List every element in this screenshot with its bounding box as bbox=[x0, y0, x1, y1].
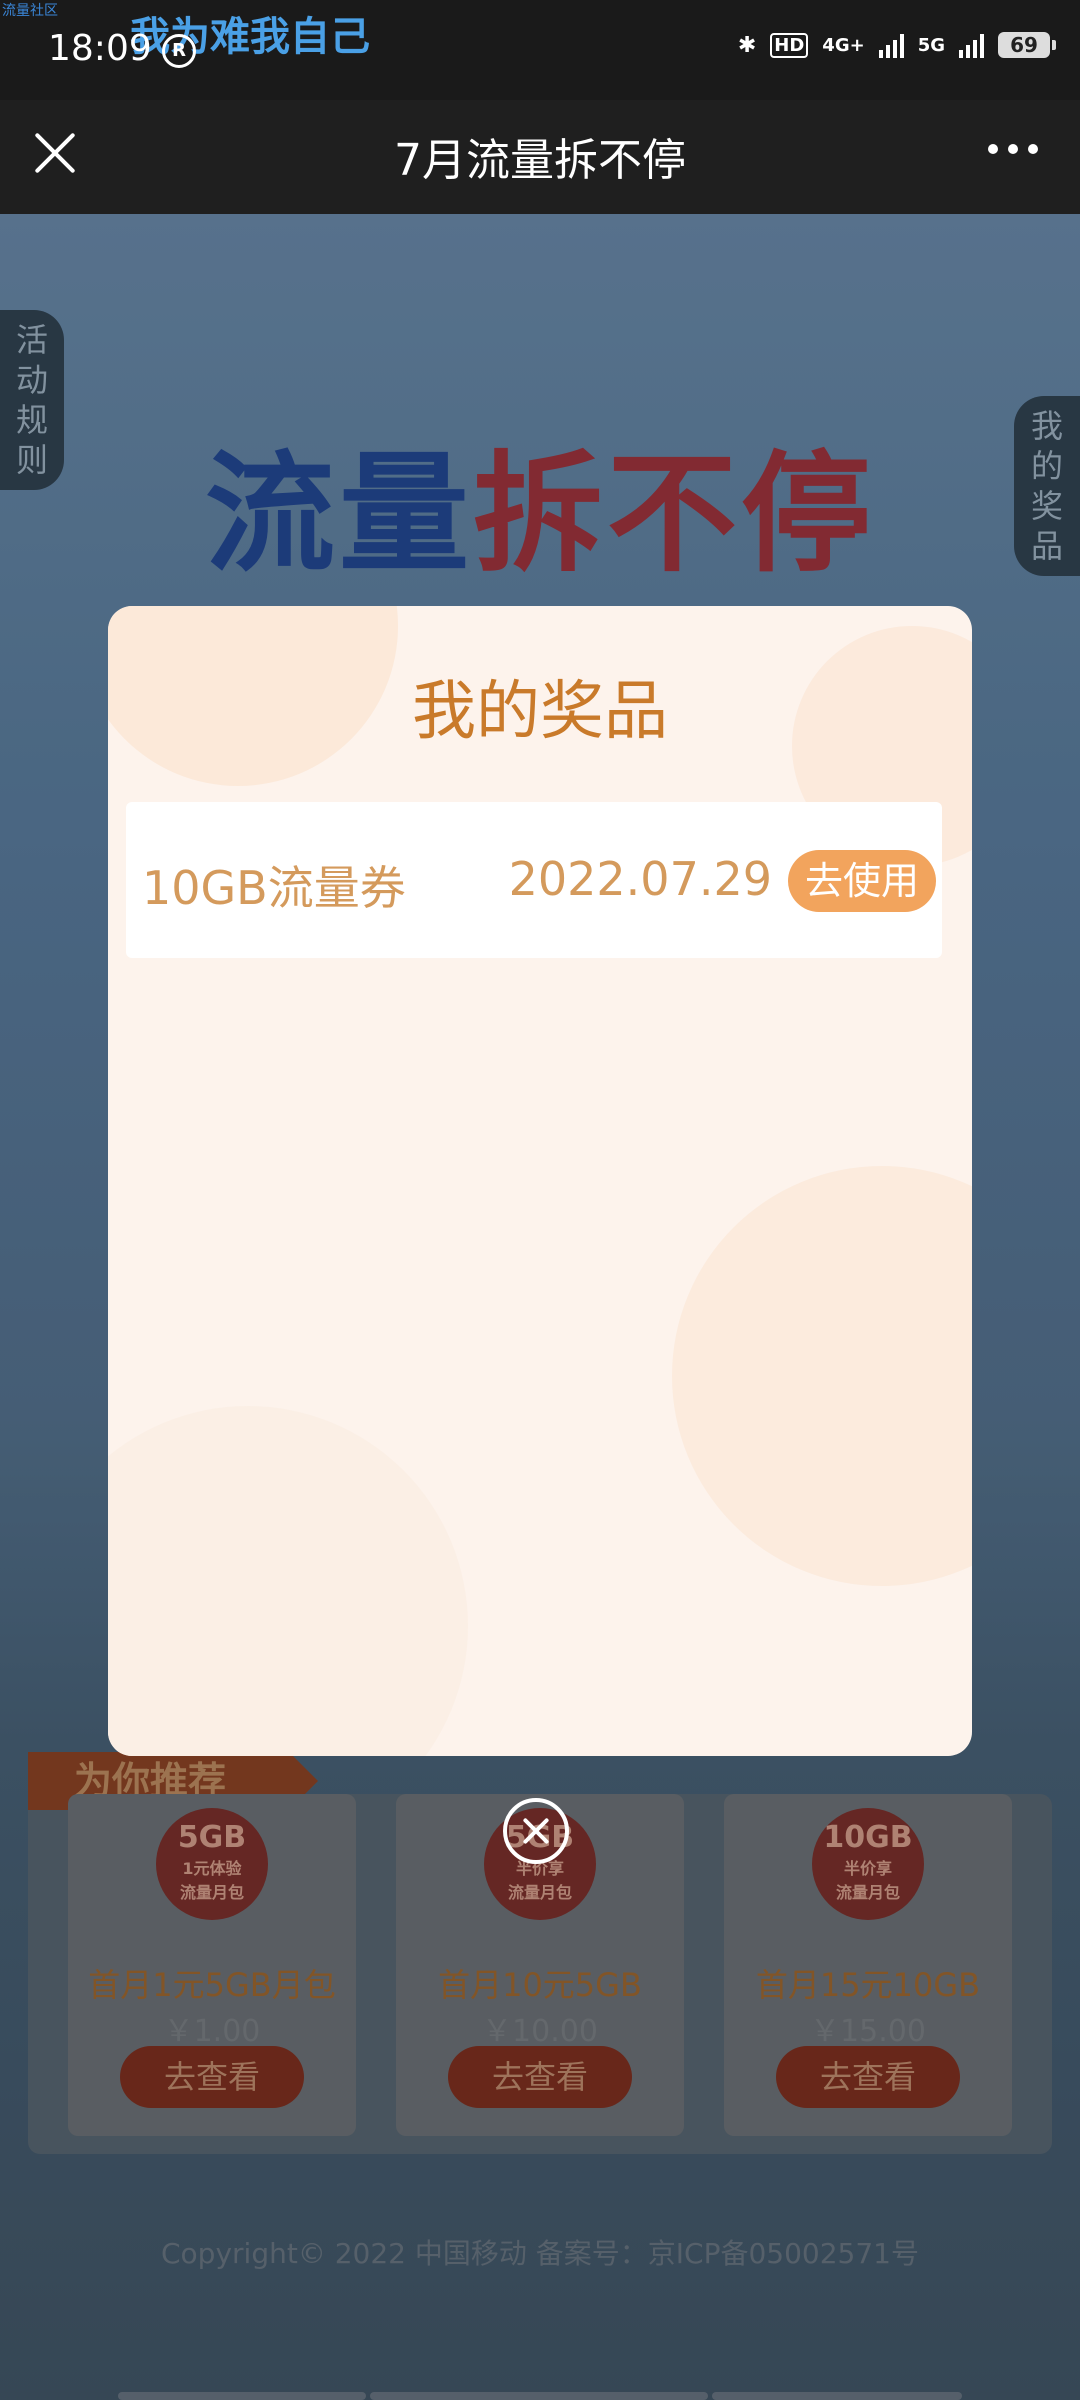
network-4g-label: 4G+ bbox=[822, 34, 865, 56]
hd-icon: HD bbox=[770, 32, 809, 58]
status-icons: ✱ HD 4G+ 5G 69 bbox=[737, 32, 1056, 58]
bluetooth-icon: ✱ bbox=[737, 32, 757, 58]
prize-name: 10GB流量券 bbox=[142, 861, 406, 915]
watermark-small: 流量社区 bbox=[2, 3, 58, 19]
dialog-title: 我的奖品 bbox=[412, 675, 668, 749]
status-bar: 流量社区 我为难我自己 18:09 R ✱ HD 4G+ 5G 69 bbox=[0, 0, 1080, 100]
registered-icon: R bbox=[162, 34, 196, 68]
title-bar: 7月流量拆不停 bbox=[0, 100, 1080, 214]
prize-item: 10GB流量券 2022.07.29 去使用 bbox=[126, 802, 942, 958]
network-5g-label: 5G bbox=[917, 34, 945, 56]
more-icon[interactable] bbox=[988, 144, 1038, 154]
signal-icon-2 bbox=[959, 32, 984, 58]
decor-circle bbox=[108, 1406, 468, 1756]
clock: 18:09 bbox=[48, 28, 152, 69]
signal-icon bbox=[878, 32, 904, 58]
close-dialog-icon[interactable] bbox=[503, 1798, 569, 1864]
prize-date: 2022.07.29 bbox=[508, 852, 772, 906]
battery-icon: 69 bbox=[998, 32, 1056, 58]
page-title: 7月流量拆不停 bbox=[394, 135, 686, 186]
decor-circle bbox=[672, 1166, 972, 1586]
use-prize-button[interactable]: 去使用 bbox=[788, 850, 936, 912]
my-prizes-dialog: 我的奖品 10GB流量券 2022.07.29 去使用 bbox=[108, 606, 972, 1756]
